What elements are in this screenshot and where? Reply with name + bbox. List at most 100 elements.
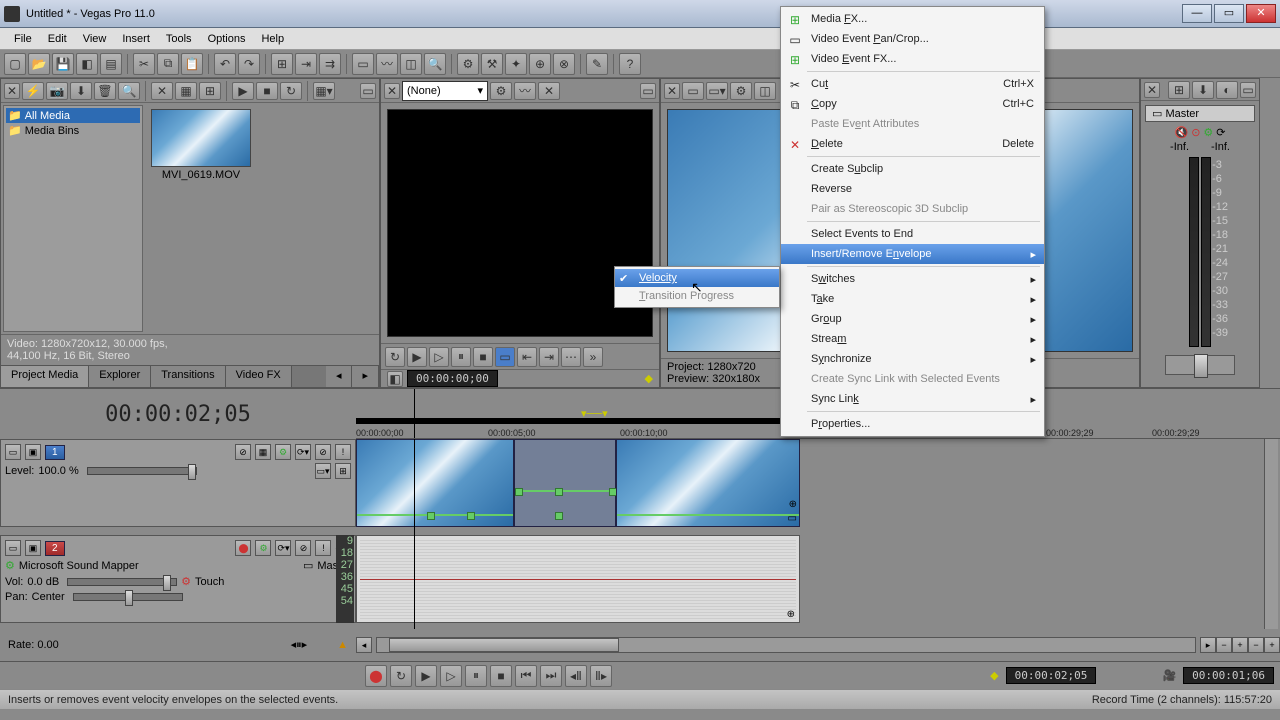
master-dock-icon[interactable]: ▭ — [1240, 82, 1256, 98]
track-auto2-icon[interactable]: ⟳▾ — [275, 540, 291, 556]
vp-quality-icon[interactable]: ▭▾ — [706, 82, 728, 100]
zoom-in-v-icon[interactable]: + — [1264, 637, 1280, 653]
video-event[interactable]: ▭ ⊕ — [616, 439, 800, 527]
comp-mode-icon[interactable]: ▭▾ — [315, 463, 331, 479]
pm-close-icon[interactable]: ✕ — [4, 83, 20, 99]
zoom-in-h-icon[interactable]: + — [1232, 637, 1248, 653]
prev-frame-icon[interactable]: ◂Ⅱ — [565, 665, 587, 687]
minimize-button[interactable]: — — [1182, 4, 1212, 23]
pm-remove-icon[interactable]: 🗑 — [94, 82, 116, 100]
trim-in-icon[interactable]: ⇤ — [517, 347, 537, 367]
ctx-switches[interactable]: Switches▸ — [781, 269, 1044, 289]
autoripple-icon[interactable]: ⇉ — [319, 53, 341, 75]
track-fx-icon[interactable]: ⚙ — [275, 444, 291, 460]
track-max-icon[interactable]: ▣ — [25, 444, 41, 460]
envelope-edit-icon[interactable]: 〰 — [376, 53, 398, 75]
trim-out-icon[interactable]: ⇥ — [539, 347, 559, 367]
ctx-insert-remove-envelope[interactable]: Insert/Remove Envelope▸ — [781, 244, 1044, 264]
main-timecode[interactable]: 00:00:02;05 — [105, 402, 251, 427]
ctx-copy[interactable]: ⧉CopyCtrl+C — [781, 94, 1044, 114]
track-bypass-icon[interactable]: ⊘ — [235, 444, 251, 460]
tool3-icon[interactable]: ✦ — [505, 53, 527, 75]
tool2-icon[interactable]: ⚒ — [481, 53, 503, 75]
zoom-out-v-icon[interactable]: − — [1248, 637, 1264, 653]
menu-help[interactable]: Help — [253, 31, 292, 47]
render-icon[interactable]: ◧ — [76, 53, 98, 75]
tab-scroll-right[interactable]: ▸ — [352, 366, 379, 387]
track-motion-icon[interactable]: ▦ — [255, 444, 271, 460]
pm-view-icon[interactable]: ▦▾ — [313, 82, 335, 100]
pm-prop-icon[interactable]: ⊞ — [199, 82, 221, 100]
tab-project-media[interactable]: Project Media — [1, 366, 89, 387]
new-icon[interactable]: ▢ — [4, 53, 26, 75]
brush-icon[interactable]: ✎ — [586, 53, 608, 75]
snap-icon[interactable]: ⊞ — [271, 53, 293, 75]
go-start-icon[interactable]: ⏮ — [515, 665, 537, 687]
scrub-control[interactable]: ◂⏸▸ — [291, 638, 308, 652]
v-scrollbar[interactable] — [1264, 439, 1278, 629]
pm-capture-icon[interactable]: 📷 — [46, 82, 68, 100]
normal-edit-icon[interactable]: ▭ — [352, 53, 374, 75]
trim-play2-icon[interactable]: ▷ — [429, 347, 449, 367]
master-dim-icon[interactable]: ◐ — [1216, 81, 1238, 99]
menu-tools[interactable]: Tools — [158, 31, 200, 47]
ctx-sync-link[interactable]: Sync Link▸ — [781, 389, 1044, 409]
track-header-video-1[interactable]: ▭ ▣ 1 ⊘ ▦ ⚙ ⟳▾ ⊘ ! Level: 100.0 % ▭▾ — [0, 439, 356, 527]
master-fx-icon[interactable]: ⚙ — [1203, 126, 1213, 139]
level-slider[interactable] — [87, 467, 197, 475]
trim-play-icon[interactable]: ▶ — [407, 347, 427, 367]
master-down-icon[interactable]: ⬇ — [1192, 81, 1214, 99]
pm-play-icon[interactable]: ▶ — [232, 82, 254, 100]
ctx-cut[interactable]: ✂CutCtrl+X — [781, 74, 1044, 94]
redo-icon[interactable]: ↷ — [238, 53, 260, 75]
ctx-pan-crop[interactable]: ▭Video Event Pan/Crop... — [781, 29, 1044, 49]
marker-icon[interactable]: ◆ — [990, 669, 998, 682]
trimmer-combo[interactable]: (None) — [402, 81, 488, 101]
trim-wave-icon[interactable]: 〰 — [514, 82, 536, 100]
trim-pause-icon[interactable]: ⏸ — [451, 347, 471, 367]
menu-edit[interactable]: Edit — [40, 31, 75, 47]
undo-icon[interactable]: ↶ — [214, 53, 236, 75]
loop-icon[interactable]: ↻ — [390, 665, 412, 687]
scroll-right-icon[interactable]: ▸ — [1200, 637, 1216, 653]
ctx-synchronize[interactable]: Synchronize▸ — [781, 349, 1044, 369]
trim-tc-btn[interactable]: ◧ — [387, 371, 403, 387]
record-icon[interactable]: ⬤ — [365, 665, 387, 687]
ctx-stream[interactable]: Stream▸ — [781, 329, 1044, 349]
tab-video-fx[interactable]: Video FX — [226, 366, 292, 387]
vp-ext-icon[interactable]: ▭ — [682, 82, 704, 100]
pm-dock-icon[interactable]: ▭ — [360, 83, 376, 99]
pm-autoplay-icon[interactable]: ↻ — [280, 82, 302, 100]
ctx-video-fx[interactable]: ⊞Video Event FX... — [781, 49, 1044, 69]
ctx-group[interactable]: Group▸ — [781, 309, 1044, 329]
save-icon[interactable]: 💾 — [52, 53, 74, 75]
track-max-icon[interactable]: ▣ — [25, 540, 41, 556]
pause-icon[interactable]: ⏸ — [465, 665, 487, 687]
next-frame-icon[interactable]: Ⅱ▸ — [590, 665, 612, 687]
touch-mode[interactable]: Touch — [195, 576, 224, 588]
video-event[interactable] — [356, 439, 514, 527]
ctx-create-subclip[interactable]: Create Subclip — [781, 159, 1044, 179]
master-mute-icon[interactable]: 🔇 — [1174, 126, 1188, 139]
open-icon[interactable]: 📂 — [28, 53, 50, 75]
menu-insert[interactable]: Insert — [114, 31, 158, 47]
pm-stop-icon[interactable]: ■ — [256, 82, 278, 100]
tool4-icon[interactable]: ⊕ — [529, 53, 551, 75]
trim-expand-icon[interactable]: » — [583, 347, 603, 367]
track-auto-icon[interactable]: ⟳▾ — [295, 444, 311, 460]
trim-fx-icon[interactable]: ⚙ — [490, 82, 512, 100]
cut-icon[interactable]: ✂ — [133, 53, 155, 75]
ctx-delete[interactable]: ✕DeleteDelete — [781, 134, 1044, 154]
track-mute-icon[interactable]: ⊘ — [315, 444, 331, 460]
track-events-area[interactable]: ▭ ⊕ ⊕ 91827 364554 — [356, 439, 1280, 629]
properties-icon[interactable]: ▤ — [100, 53, 122, 75]
zoom-edit-icon[interactable]: 🔍 — [424, 53, 446, 75]
track-fx2-icon[interactable]: ⚙ — [255, 540, 271, 556]
track-min-icon[interactable]: ▭ — [5, 444, 21, 460]
zoom-out-h-icon[interactable]: − — [1216, 637, 1232, 653]
tab-scroll-left[interactable]: ◂ — [326, 366, 353, 387]
pm-fx-icon[interactable]: ✕ — [151, 82, 173, 100]
track-header-audio-2[interactable]: ▭ ▣ 2 ⬤ ⚙ ⟳▾ ⊘ ! -Inf. ⚙Microsoft Sound … — [0, 535, 356, 623]
vol-slider[interactable] — [67, 578, 177, 586]
master-auto-icon[interactable]: ⟳ — [1216, 126, 1225, 139]
